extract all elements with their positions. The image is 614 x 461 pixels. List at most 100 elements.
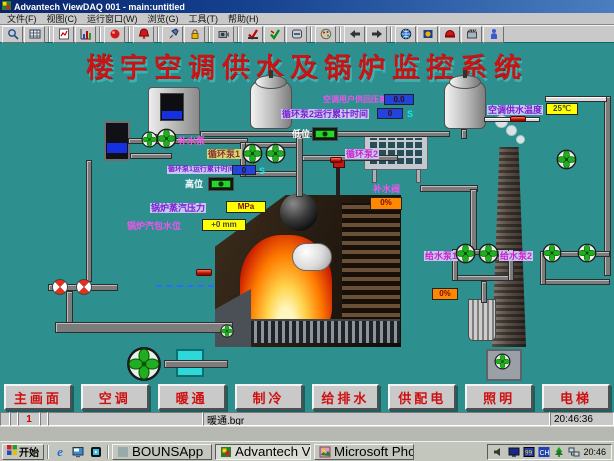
windows-logo-icon xyxy=(7,445,17,458)
pump-icon xyxy=(126,346,162,382)
phone-icon xyxy=(291,28,303,40)
pin-icon xyxy=(167,28,179,40)
smoke-puff xyxy=(506,125,517,136)
diagram-label: 锅炉汽包水位 xyxy=(126,221,182,231)
unit-label: S xyxy=(259,166,265,176)
lock-button[interactable] xyxy=(184,26,205,43)
boiler-tube-bank xyxy=(342,203,400,335)
diagram-label: 空调供水温度 xyxy=(487,105,543,115)
camera-button[interactable] xyxy=(213,26,234,43)
cooling-tower-leg xyxy=(372,169,377,183)
menu-item-5[interactable]: 工具(T) xyxy=(185,12,223,25)
check-red-button[interactable] xyxy=(242,26,263,43)
pipe xyxy=(540,279,610,285)
globe-button[interactable] xyxy=(395,26,416,43)
tray-input-ch-icon[interactable]: CH xyxy=(538,446,550,458)
status-cell xyxy=(10,412,18,426)
diagram-label: 循环泵2 xyxy=(345,149,379,159)
trend-button[interactable] xyxy=(75,26,96,43)
pipe xyxy=(604,96,611,276)
tray-monitor-icon[interactable]: 99 xyxy=(523,446,535,458)
tray-display-icon[interactable] xyxy=(508,446,520,458)
sight-glass-icon xyxy=(52,279,68,295)
svg-text:99: 99 xyxy=(525,449,533,456)
diagram-label: 高位 xyxy=(184,179,204,189)
valve-icon xyxy=(510,116,526,122)
menu-item-1[interactable]: 文件(F) xyxy=(3,12,41,25)
diagram-label: 循环泵2运行累计时间 xyxy=(281,109,369,119)
menu-item-6[interactable]: 帮助(H) xyxy=(224,12,263,25)
diagram-label: 补水阀 xyxy=(372,184,401,194)
phone-button[interactable] xyxy=(286,26,307,43)
nav-button-4[interactable]: 制冷 xyxy=(235,384,303,410)
report-button[interactable] xyxy=(53,26,74,43)
tray-tree-icon[interactable] xyxy=(553,446,565,458)
tray-clock[interactable]: 20:46 xyxy=(583,447,606,457)
check-green-button[interactable] xyxy=(264,26,285,43)
toolbar-separator xyxy=(339,27,341,42)
check-green-icon xyxy=(269,28,281,40)
alarm-bell-button[interactable] xyxy=(133,26,154,43)
taskbar-task-3[interactable]: Microsoft Photo Editor xyxy=(314,444,414,460)
zoom-button[interactable] xyxy=(2,26,23,43)
diagram-label: 补水泵 xyxy=(177,136,206,146)
menu-item-2[interactable]: 视图(C) xyxy=(43,12,82,25)
task-label: BOUNSApp xyxy=(132,444,203,459)
taskbar-task-2[interactable]: Advantech ViewDAQ 0... xyxy=(215,444,311,460)
pipe xyxy=(470,189,477,251)
alarm-ball-icon xyxy=(109,28,121,40)
pump-icon xyxy=(478,243,499,264)
menu-item-3[interactable]: 运行窗口(W) xyxy=(83,12,142,25)
tray-icons: 99 CH xyxy=(493,446,580,458)
dosing-tank xyxy=(104,121,130,161)
cap-button[interactable] xyxy=(439,26,460,43)
quick-launch-desktop-icon[interactable] xyxy=(70,444,86,459)
nav-button-5[interactable]: 给排水 xyxy=(312,384,380,410)
lock-icon xyxy=(189,28,201,40)
nav-button-1[interactable]: 主画面 xyxy=(4,384,72,410)
table-button[interactable] xyxy=(24,26,45,43)
value-display: 0% xyxy=(432,288,458,300)
nav-button-2[interactable]: 空调 xyxy=(81,384,149,410)
person-button[interactable] xyxy=(483,26,504,43)
arrow-right-button[interactable] xyxy=(366,26,387,43)
diagram-label: 循环泵1 xyxy=(207,149,241,159)
pump-icon xyxy=(455,243,476,264)
safety-valve xyxy=(336,165,340,195)
start-button[interactable]: 开始 xyxy=(2,444,44,460)
toolbar-separator xyxy=(208,27,210,42)
dog-button[interactable] xyxy=(417,26,438,43)
smoke-puff xyxy=(516,135,525,144)
arrow-left-button[interactable] xyxy=(344,26,365,43)
pump-icon xyxy=(577,243,597,263)
steam-drum-black xyxy=(280,193,318,231)
nav-button-3[interactable]: 暖通 xyxy=(158,384,226,410)
check-red-icon xyxy=(247,28,259,40)
cooling-tower-leg xyxy=(416,169,421,183)
quick-launch-ie-icon[interactable]: e xyxy=(52,444,68,459)
tray-volume-icon[interactable] xyxy=(493,446,505,458)
menu-item-4[interactable]: 浏览(G) xyxy=(144,12,183,25)
pipe xyxy=(481,281,487,303)
status-current-screen: 暖通.bgr xyxy=(203,412,550,426)
pipe xyxy=(545,96,607,102)
nav-button-8[interactable]: 电梯 xyxy=(542,384,610,410)
window-bottom-strip xyxy=(0,426,614,441)
app-icon xyxy=(117,446,129,458)
palette-button[interactable] xyxy=(315,26,336,43)
pipe xyxy=(86,160,92,282)
taskbar-task-1[interactable]: BOUNSApp xyxy=(112,444,212,460)
value-display: 0.0 xyxy=(384,94,414,105)
camera-icon xyxy=(218,28,230,40)
menu-bar: 文件(F)视图(C)运行窗口(W)浏览(G)工具(T)帮助(H) xyxy=(0,13,614,25)
pipe xyxy=(130,153,172,159)
pump-icon xyxy=(556,149,577,170)
clapper-button[interactable] xyxy=(461,26,482,43)
arrow-left-icon xyxy=(349,28,361,40)
tray-network-icon[interactable] xyxy=(568,446,580,458)
nav-button-6[interactable]: 供配电 xyxy=(388,384,456,410)
pin-button[interactable] xyxy=(162,26,183,43)
nav-button-7[interactable]: 照明 xyxy=(465,384,533,410)
alarm-ball-button[interactable] xyxy=(104,26,125,43)
quick-launch-channels-icon[interactable] xyxy=(88,444,104,459)
